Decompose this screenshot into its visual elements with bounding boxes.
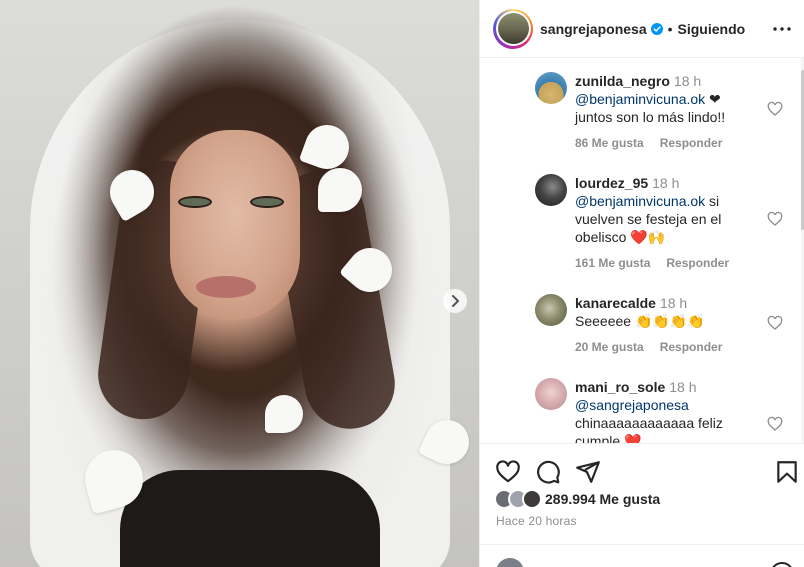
comment-username[interactable]: lourdez_95 <box>575 175 648 191</box>
comment-avatar[interactable] <box>535 174 567 206</box>
bookmark-icon[interactable] <box>774 459 800 485</box>
comment-time: 18 h <box>673 73 702 89</box>
shoulder-graphic <box>120 470 380 567</box>
likes-summary: 289.994 Me gusta <box>494 489 660 509</box>
lips-graphic <box>196 276 256 298</box>
comment-mention[interactable]: @sangrejaponesa <box>575 397 689 413</box>
comments-list: zunilda_negro 18 h @benjaminvicuna.ok ❤ j… <box>480 58 802 443</box>
heart-icon[interactable] <box>767 315 783 331</box>
author-username[interactable]: sangrejaponesa <box>540 21 647 37</box>
comment-meta: 161 Me gusta Responder <box>575 256 729 270</box>
likes-count[interactable]: 289.994 Me gusta <box>545 491 660 507</box>
comment-meta: 20 Me gusta Responder <box>575 340 722 354</box>
comment-text: mani_ro_sole 18 h @sangrejaponesa chinaaa… <box>575 378 745 443</box>
emoji-icon[interactable] <box>770 562 794 567</box>
comment-username[interactable]: zunilda_negro <box>575 73 670 89</box>
butterfly-graphic <box>265 395 303 433</box>
verified-badge-icon <box>650 22 663 35</box>
next-photo-button[interactable] <box>443 289 467 313</box>
butterfly-graphic <box>318 168 362 212</box>
comment-avatar[interactable] <box>535 294 567 326</box>
comment-username[interactable]: kanarecalde <box>575 295 656 311</box>
comment-likes[interactable]: 20 Me gusta <box>575 340 644 354</box>
comment-content: chinaaaaaaaaaaaa feliz cumple ❤️ <box>575 415 723 443</box>
actions-divider <box>480 544 804 545</box>
comment-text: kanarecalde 18 h Seeeeee 👏👏👏👏 <box>575 294 765 330</box>
heart-icon[interactable] <box>495 459 521 485</box>
following-button[interactable]: Siguiendo <box>678 21 746 37</box>
comment-meta: 86 Me gusta Responder <box>575 136 722 150</box>
comment-reply-button[interactable]: Responder <box>660 340 723 354</box>
heart-icon[interactable] <box>767 211 783 227</box>
comment-icon[interactable] <box>535 459 561 485</box>
comment-time: 18 h <box>669 379 697 395</box>
liker-avatar[interactable] <box>522 489 542 509</box>
comment-mention[interactable]: @benjaminvicuna.ok <box>575 91 705 107</box>
post-photo[interactable] <box>0 0 479 567</box>
comment-username[interactable]: mani_ro_sole <box>575 379 665 395</box>
share-icon[interactable] <box>575 459 601 485</box>
comment-likes[interactable]: 161 Me gusta <box>575 256 650 270</box>
eye-graphic <box>178 196 212 208</box>
post-header: sangrejaponesa • Siguiendo <box>480 0 804 58</box>
eye-graphic <box>250 196 284 208</box>
current-user-avatar <box>496 558 524 567</box>
post-actions: 289.994 Me gusta Hace 20 horas <box>480 443 804 567</box>
heart-icon[interactable] <box>767 101 783 117</box>
heart-icon[interactable] <box>767 416 783 432</box>
post-timestamp: Hace 20 horas <box>496 514 577 528</box>
comment-likes[interactable]: 86 Me gusta <box>575 136 644 150</box>
comment-time: 18 h <box>652 175 680 191</box>
comment-reply-button[interactable]: Responder <box>660 136 723 150</box>
comment-content: Seeeeee 👏👏👏👏 <box>575 313 705 329</box>
author-avatar[interactable] <box>493 8 533 49</box>
comment-avatar[interactable] <box>535 72 567 104</box>
comment-avatar[interactable] <box>535 378 567 410</box>
more-options-icon <box>773 27 791 31</box>
comment-reply-button[interactable]: Responder <box>666 256 729 270</box>
header-separator: • <box>667 20 673 37</box>
comment-time: 18 h <box>659 295 688 311</box>
chevron-right-icon <box>452 295 459 307</box>
post-side-panel: sangrejaponesa • Siguiendo zunilda_negro… <box>479 0 804 567</box>
comment-text: lourdez_95 18 h @benjaminvicuna.ok si vue… <box>575 174 745 246</box>
comment-text: zunilda_negro 18 h @benjaminvicuna.ok ❤ j… <box>575 72 745 126</box>
comment-mention[interactable]: @benjaminvicuna.ok <box>575 193 705 209</box>
more-options-button[interactable] <box>772 19 792 39</box>
